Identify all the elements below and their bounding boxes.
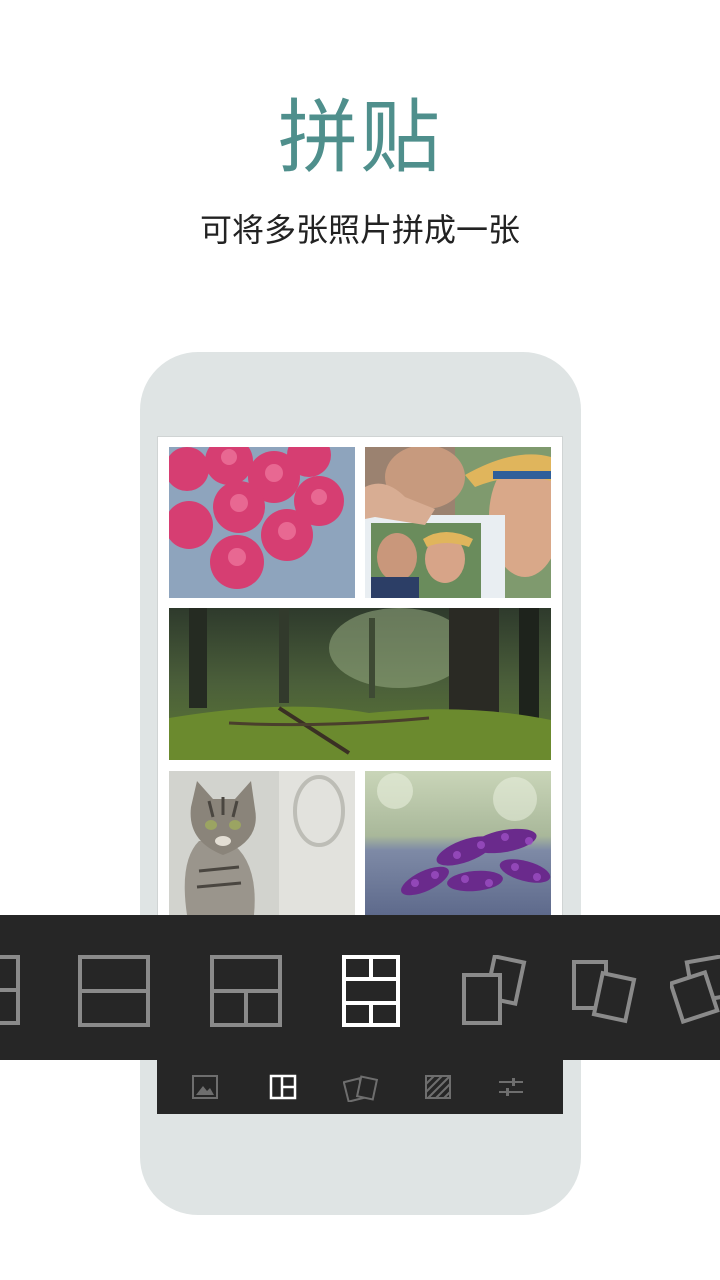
layout-tilted-pair-icon[interactable] [460, 955, 528, 1027]
cat-photo[interactable] [169, 771, 355, 915]
image-icon[interactable] [191, 1074, 219, 1100]
layout-tilted-pair-alt-icon[interactable] [570, 958, 638, 1026]
layout-grid-5-icon[interactable] [342, 955, 400, 1027]
layout-two-rows-icon[interactable] [78, 955, 150, 1027]
layout-partial-icon[interactable] [0, 955, 22, 1025]
forest-photo[interactable] [169, 608, 551, 760]
layout-top-two-bottom-icon[interactable] [210, 955, 282, 1027]
lavender-photo[interactable] [365, 771, 551, 915]
page-title: 拼贴 [278, 91, 442, 184]
layout-icon[interactable] [269, 1074, 297, 1100]
selfie-couple-photo[interactable] [365, 447, 551, 598]
layout-tilted-partial-icon[interactable] [670, 955, 720, 1027]
freestyle-icon[interactable] [343, 1074, 379, 1102]
raspberry-candies-photo[interactable] [169, 447, 355, 598]
adjust-icon[interactable] [497, 1074, 525, 1100]
page-subtitle: 可将多张照片拼成一张 [199, 211, 520, 249]
background-pattern-icon[interactable] [424, 1074, 452, 1100]
